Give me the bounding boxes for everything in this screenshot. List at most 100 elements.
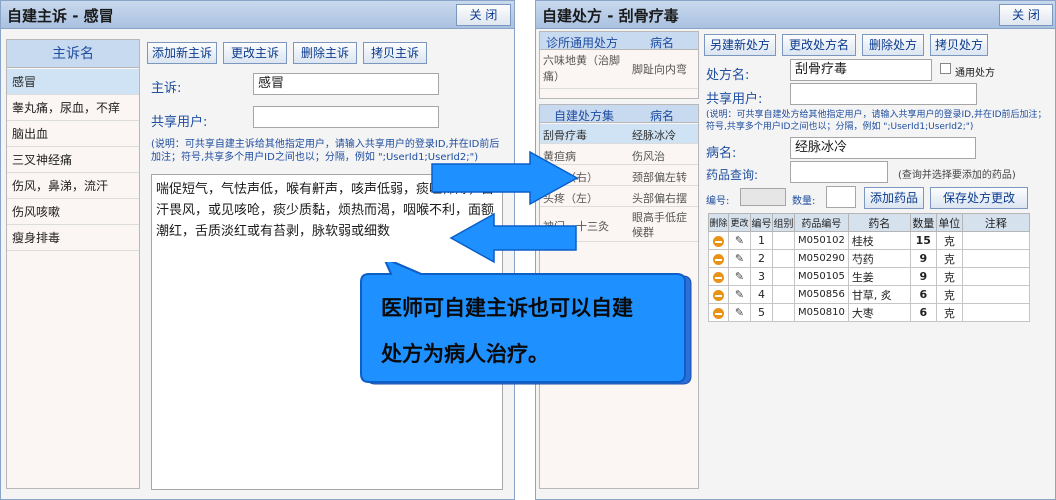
prescription-window-title: 自建处方 - 刮骨疗毒 (542, 7, 679, 25)
drug-unit: 克 (935, 303, 963, 322)
drug-quantity: 6 (909, 303, 937, 322)
add-complaint-button[interactable]: 添加新主诉 (147, 42, 217, 64)
delete-prescription-button[interactable]: 删除处方 (862, 34, 924, 56)
complaint-label: 主诉: (151, 81, 182, 96)
disease-name: 经脉冰冷 (632, 129, 676, 142)
row-group (772, 285, 795, 304)
table-row: ✎ 5 M050810 大枣 6 克 (708, 303, 1031, 322)
disease-name: 头部偏右摆 (632, 192, 687, 205)
drug-search-hint: (查询并选择要添加的药品) (898, 170, 1016, 181)
disease-name: 眼高手低症候群 (632, 211, 687, 239)
delete-icon[interactable] (713, 253, 724, 265)
drug-quantity: 15 (909, 231, 937, 250)
table-row: ✎ 4 M050856 甘草, 炙 6 克 (708, 285, 1031, 304)
list-item[interactable]: 刮骨疗毒 经脉冰冷 (540, 124, 698, 144)
table-row: ✎ 1 M050102 桂枝 15 克 (708, 231, 1031, 250)
disease-name-input[interactable]: 经脉冰冷 (790, 137, 976, 159)
table-header-row: 删除 更改 编号 组别 药品编号 药名 数量 单位 注释 (708, 213, 1031, 232)
row-group (772, 303, 795, 322)
callout-bubble: 医师可自建主诉也可以自建 处方为病人治疗。 (345, 262, 705, 392)
prescription-name: 刮骨疗毒 (543, 129, 587, 142)
list-item[interactable]: 三叉神经痛 (7, 147, 139, 173)
drug-quantity: 9 (909, 267, 937, 286)
list-item[interactable]: 瘦身排毒 (7, 225, 139, 251)
clinic-prescription-list: 诊所通用处方 病名 六味地黄（治脚痛） 脚趾向内弯 (539, 31, 699, 99)
row-number: 3 (750, 267, 773, 286)
drug-code: M050105 (794, 267, 849, 286)
prescription-table: 删除 更改 编号 组别 药品编号 药名 数量 单位 注释 ✎ 1 M050102… (708, 213, 1031, 322)
drug-search-label: 药品查询: (706, 168, 759, 182)
share-users-label: 共享用户: (151, 115, 208, 130)
drug-note (961, 231, 1031, 250)
quantity-input[interactable] (826, 186, 856, 208)
drug-quantity: 6 (909, 285, 937, 304)
rename-prescription-button[interactable]: 更改处方名 (782, 34, 856, 56)
row-number: 2 (750, 249, 773, 268)
close-button[interactable]: 关 闭 (456, 4, 511, 26)
callout-shape (360, 262, 692, 385)
column-header: 组别 (772, 213, 795, 232)
edit-icon[interactable]: ✎ (735, 252, 744, 265)
code-input[interactable] (740, 188, 786, 206)
share-users-input[interactable] (790, 83, 977, 105)
edit-icon[interactable]: ✎ (735, 288, 744, 301)
row-number: 1 (750, 231, 773, 250)
prescription-name-label: 处方名: (706, 68, 750, 83)
right-arrow-icon (431, 150, 579, 206)
drug-note (961, 267, 1031, 286)
complaint-list: 主诉名 感冒 睾丸痛，尿血，不痒 脑出血 三叉神经痛 伤风，鼻涕，流汗 伤风咳嗽… (6, 39, 140, 489)
list-item[interactable]: 伤风，鼻涕，流汗 (7, 173, 139, 199)
prescription-name: 六味地黄（治脚痛） (543, 54, 620, 83)
delete-icon[interactable] (713, 235, 724, 247)
prescription-name-input[interactable]: 刮骨疗毒 (790, 59, 932, 81)
table-row: ✎ 2 M050290 芍药 9 克 (708, 249, 1031, 268)
edit-icon[interactable]: ✎ (735, 234, 744, 247)
drug-name: 芍药 (847, 249, 911, 268)
edit-icon[interactable]: ✎ (735, 306, 744, 319)
list-item[interactable]: 睾丸痛，尿血，不痒 (7, 95, 139, 121)
list-item[interactable]: 感冒 (7, 69, 139, 95)
column-header: 药品编号 (794, 213, 849, 232)
callout-line-1: 医师可自建主诉也可以自建 (381, 296, 633, 320)
column-header: 药名 (847, 213, 911, 232)
copy-prescription-button[interactable]: 拷贝处方 (930, 34, 988, 56)
share-note: (说明：可共享自建处方给其他指定用户，请输入共享用户的登录ID,并在ID前后加注… (706, 110, 1047, 132)
table-row: ✎ 3 M050105 生姜 9 克 (708, 267, 1031, 286)
edit-icon[interactable]: ✎ (735, 270, 744, 283)
edit-complaint-button[interactable]: 更改主诉 (223, 42, 287, 64)
clinic-prescription-header: 诊所通用处方 病名 (540, 32, 698, 50)
disease-name: 脚趾向内弯 (632, 63, 687, 76)
general-prescription-checkbox[interactable] (940, 63, 951, 74)
callout-line-2: 处方为病人治疗。 (381, 342, 549, 366)
list-item[interactable]: 伤风咳嗽 (7, 199, 139, 225)
share-users-input[interactable] (253, 106, 439, 128)
drug-code: M050290 (794, 249, 849, 268)
drug-unit: 克 (935, 285, 963, 304)
code-label: 编号: (706, 196, 730, 207)
list-item[interactable]: 脑出血 (7, 121, 139, 147)
delete-icon[interactable] (713, 307, 724, 319)
row-group (772, 249, 795, 268)
column-header: 自建处方集 (554, 109, 615, 123)
drug-unit: 克 (935, 231, 963, 250)
drug-code: M050856 (794, 285, 849, 304)
copy-complaint-button[interactable]: 拷贝主诉 (363, 42, 427, 64)
drug-name: 甘草, 炙 (847, 285, 911, 304)
disease-name-label: 病名: (706, 146, 737, 161)
row-number: 4 (750, 285, 773, 304)
drug-search-input[interactable] (790, 161, 888, 183)
drug-note (961, 303, 1031, 322)
save-prescription-changes-button[interactable]: 保存处方更改 (930, 187, 1028, 209)
add-drug-button[interactable]: 添加药品 (864, 187, 924, 209)
column-header: 编号 (750, 213, 773, 232)
list-item[interactable]: 六味地黄（治脚痛） 脚趾向内弯 (540, 51, 698, 89)
close-button[interactable]: 关 闭 (999, 4, 1053, 26)
column-header: 数量 (909, 213, 937, 232)
save-as-new-prescription-button[interactable]: 另建新处方 (704, 34, 776, 56)
delete-icon[interactable] (713, 271, 724, 283)
drug-name: 大枣 (847, 303, 911, 322)
complaint-input[interactable]: 感冒 (253, 73, 439, 95)
delete-icon[interactable] (713, 289, 724, 301)
complaint-list-header: 主诉名 (7, 40, 139, 68)
delete-complaint-button[interactable]: 删除主诉 (293, 42, 357, 64)
